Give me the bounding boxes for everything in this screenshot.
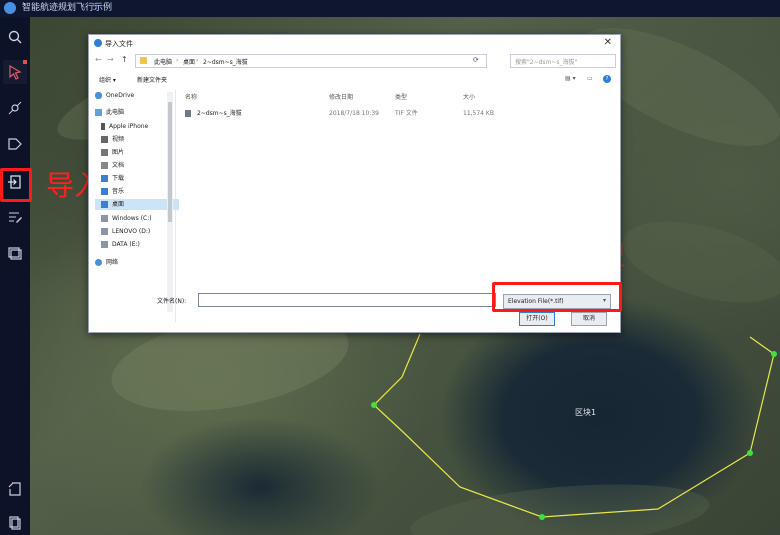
cancel-button[interactable]: 取消 — [571, 312, 607, 326]
computer-icon — [95, 109, 102, 116]
file-name: 2~dsm~s_海拔 — [197, 110, 242, 117]
organize-button[interactable]: 组织 ▾ — [99, 75, 116, 84]
file-type: TIF 文件 — [395, 110, 418, 117]
address-bar: ← → ↑ 此电脑 › 桌面 › 2~dsm~s_海拔 ⟳ 搜索"2~dsm~s… — [95, 54, 616, 68]
layers-button[interactable] — [3, 241, 27, 265]
phone-icon — [101, 123, 105, 130]
dialog-title-bar: 导入文件 ✕ — [89, 35, 620, 51]
search-icon — [8, 30, 22, 44]
search-button[interactable] — [3, 25, 27, 49]
filetype-highlight-box — [492, 282, 622, 312]
up-button[interactable]: ↑ — [121, 55, 128, 64]
tag-polygon-icon — [8, 138, 22, 150]
scrollbar-thumb[interactable] — [168, 102, 172, 222]
drive-icon — [101, 228, 108, 235]
dialog-title: 导入文件 — [105, 40, 133, 48]
document-icon — [101, 162, 108, 169]
boundary-vertex[interactable] — [747, 450, 753, 456]
image-icon — [101, 149, 108, 156]
file-list: 名称 修改日期 类型 大小 2~dsm~s_海拔 2018/7/18 10:39… — [181, 90, 611, 290]
tag-tool-button[interactable] — [3, 132, 27, 156]
file-modified: 2018/7/18 10:39 — [329, 110, 379, 117]
breadcrumb[interactable]: 此电脑 › 桌面 › 2~dsm~s_海拔 — [135, 54, 487, 68]
file-row[interactable]: 2~dsm~s_海拔 2018/7/18 10:39 TIF 文件 11,574… — [181, 108, 511, 119]
copy-pages-icon — [9, 516, 21, 530]
column-name[interactable]: 名称 — [185, 92, 197, 101]
folder-icon — [140, 57, 147, 64]
column-modified[interactable]: 修改日期 — [329, 92, 353, 101]
app-title: 智能航迹规划飞行示例 — [22, 3, 113, 13]
region-label: 区块1 — [575, 408, 597, 417]
cloud-icon — [95, 92, 102, 99]
app-logo-icon — [4, 2, 16, 14]
tree-item-this-pc[interactable]: 此电脑 — [95, 107, 173, 118]
music-icon — [101, 188, 108, 195]
tool-sidebar — [0, 17, 30, 535]
tif-file-icon — [185, 110, 191, 117]
breadcrumb-item[interactable]: 2~dsm~s_海拔 — [203, 57, 248, 66]
app-title-bar: 智能航迹规划飞行示例 5 — [0, 0, 780, 17]
edit-list-button[interactable] — [3, 205, 27, 229]
boundary-vertex[interactable] — [371, 402, 377, 408]
preview-pane-icon[interactable]: ▭ — [587, 75, 593, 82]
tree-item-onedrive[interactable]: OneDrive — [95, 90, 173, 101]
back-button[interactable]: ← — [95, 55, 102, 64]
search-placeholder: 搜索"2~dsm~s_海拔" — [515, 59, 578, 66]
view-options-icon[interactable]: ▤ ▾ — [565, 75, 576, 82]
download-icon — [101, 175, 108, 182]
export-button[interactable] — [3, 477, 27, 501]
cursor-pointer-icon — [9, 64, 22, 80]
file-size: 11,574 KB — [463, 110, 494, 117]
flight-route-icon — [8, 101, 22, 115]
drive-icon — [101, 241, 108, 248]
layers-icon — [8, 247, 22, 260]
drive-icon — [101, 215, 108, 222]
boundary-vertex[interactable] — [539, 514, 545, 520]
tree-item-network[interactable]: 网络 — [95, 257, 173, 268]
copy-button[interactable] — [3, 511, 27, 535]
filename-label: 文件名(N): — [157, 298, 187, 305]
help-icon[interactable]: ? — [603, 75, 611, 83]
refresh-icon[interactable]: ⟳ — [473, 56, 479, 64]
forward-button[interactable]: → — [107, 55, 114, 64]
boundary-vertex[interactable] — [771, 351, 777, 357]
search-input[interactable]: 搜索"2~dsm~s_海拔" — [510, 54, 616, 68]
edit-list-icon — [9, 212, 22, 223]
close-icon[interactable]: ✕ — [604, 37, 612, 48]
navigation-tree: OneDrive 此电脑 Apple iPhone 视频 图片 文档 下载 音乐… — [95, 90, 179, 322]
breadcrumb-item[interactable]: 此电脑 — [154, 57, 172, 66]
route-tool-button[interactable] — [3, 96, 27, 120]
column-size[interactable]: 大小 — [463, 92, 475, 101]
open-button[interactable]: 打开(O) — [519, 312, 555, 326]
select-tool-button[interactable] — [3, 60, 27, 84]
app-version: 5 — [92, 3, 98, 13]
export-icon — [8, 482, 21, 496]
tree-scrollbar[interactable] — [167, 92, 173, 312]
video-icon — [101, 136, 108, 143]
dialog-app-icon — [94, 39, 102, 47]
active-indicator — [23, 60, 27, 64]
network-icon — [95, 259, 102, 266]
column-type[interactable]: 类型 — [395, 92, 407, 101]
filename-input[interactable] — [198, 293, 496, 307]
dialog-toolbar: 组织 ▾ 新建文件夹 ▤ ▾ ▭ ? — [95, 72, 614, 86]
new-folder-button[interactable]: 新建文件夹 — [137, 75, 167, 84]
import-highlight-box — [0, 168, 32, 202]
breadcrumb-item[interactable]: 桌面 — [183, 57, 195, 66]
desktop-icon — [101, 201, 108, 208]
